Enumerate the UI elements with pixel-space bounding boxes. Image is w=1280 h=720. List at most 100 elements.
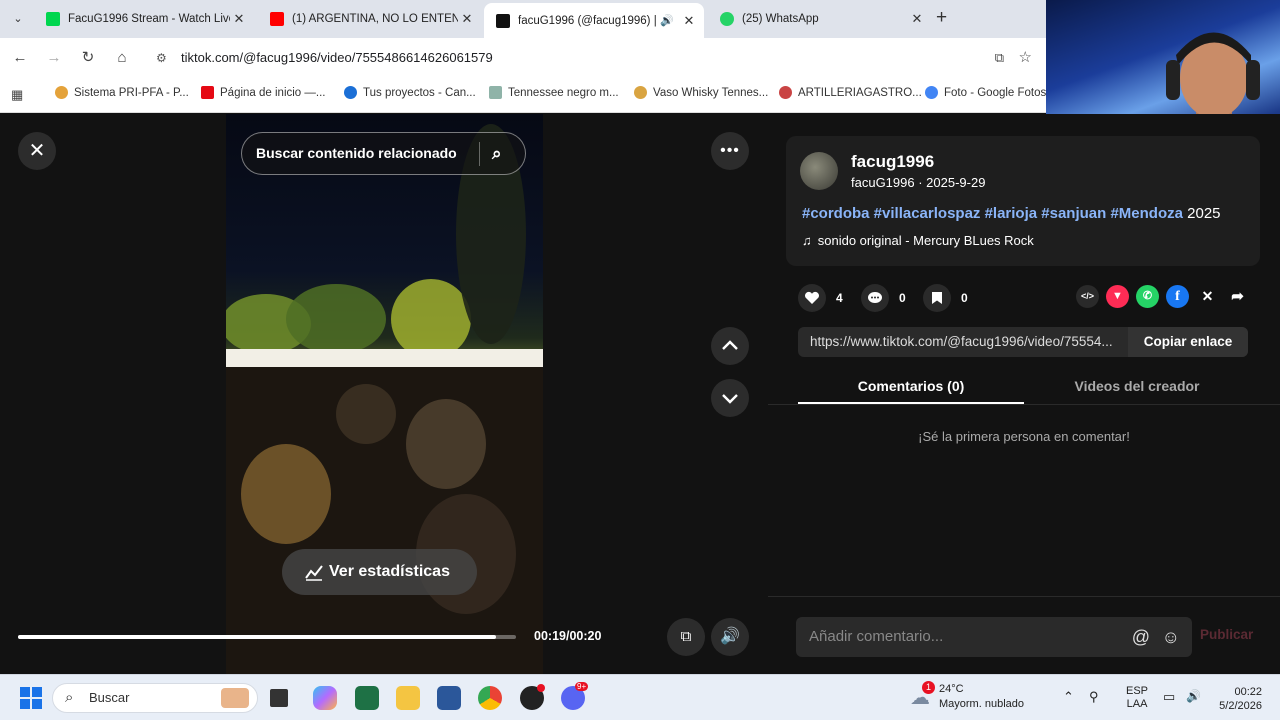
next-video-button[interactable] (711, 379, 749, 417)
speaker-icon[interactable]: 🔊 (658, 14, 676, 27)
browser-tab-bar: ⌄ FacuG1996 Stream - Watch Live ✕ (1) AR… (0, 0, 1046, 38)
view-stats-label: Ver estadísticas (329, 563, 450, 580)
clock-time: 00:22 (1234, 686, 1262, 698)
tabs-divider (768, 404, 1280, 405)
publish-button[interactable]: Publicar (1200, 627, 1253, 642)
related-search-box[interactable]: Buscar contenido relacionado ⌕ (241, 132, 526, 175)
bookmark-item[interactable]: Sistema PRI-PFA - P... (55, 86, 189, 99)
sound-info[interactable]: ♫ sonido original - Mercury BLues Rock (802, 233, 1034, 248)
mention-icon[interactable]: @ (1132, 617, 1150, 657)
tab-stream[interactable]: FacuG1996 Stream - Watch Live ✕ (34, 4, 252, 34)
task-view-icon[interactable] (270, 689, 288, 707)
tab-tiktok[interactable]: facuG1996 (@facug1996) | TikTok 🔊 ✕ (484, 3, 704, 38)
back-icon[interactable]: ← (10, 48, 30, 68)
kick-icon (46, 12, 60, 26)
language-code: ESP (1126, 685, 1149, 697)
excel-icon[interactable] (355, 686, 379, 710)
volume-icon[interactable]: 🔊 (1186, 689, 1201, 703)
chrome-icon[interactable] (478, 686, 502, 710)
clock[interactable]: 00:22 5/2/2026 (1216, 685, 1262, 713)
video-timecode: 00:19/00:20 (534, 629, 602, 643)
new-tab-button[interactable]: + (936, 7, 947, 29)
file-explorer-icon[interactable] (396, 686, 420, 710)
language-indicator[interactable]: ESP LAA (1126, 685, 1148, 711)
previous-video-button[interactable] (711, 327, 749, 365)
bookmark-item[interactable]: Tus proyectos - Can... (344, 86, 476, 99)
video-progress-bar[interactable] (18, 635, 516, 639)
comment-action[interactable]: 0 (861, 284, 906, 312)
install-app-icon[interactable]: ⧉ (995, 43, 1004, 73)
volume-button[interactable]: 🔊 (711, 618, 749, 656)
avatar[interactable] (800, 152, 838, 190)
forward-icon[interactable]: → (44, 48, 64, 68)
floating-player-button[interactable]: ⧉ (667, 618, 705, 656)
bookmark-item[interactable]: ARTILLERIAGASTRO... (779, 86, 922, 99)
video-details-panel: facug1996 facuG1996 · 2025-9-29 #cordoba… (768, 114, 1280, 674)
taskbar-search[interactable]: ⌕ Buscar (52, 683, 258, 713)
repost-icon[interactable]: ▼ (1106, 285, 1129, 308)
tab-title: (25) WhatsApp (742, 13, 819, 25)
whatsapp-share-icon[interactable]: ✆ (1136, 285, 1159, 308)
weather-badge: 1 (922, 681, 935, 694)
author-display-name[interactable]: facug1996 (851, 152, 934, 172)
active-tab-indicator (798, 402, 1024, 404)
x-share-icon[interactable]: ✕ (1196, 285, 1219, 308)
bookmark-favicon-icon (634, 86, 647, 99)
bookmark-favicon-icon (779, 86, 792, 99)
reload-icon[interactable]: ↻ (78, 48, 98, 68)
bookmark-star-icon[interactable]: ☆ (1019, 43, 1032, 73)
bookmark-item[interactable]: Foto - Google Fotos (925, 86, 1046, 99)
video-progress-fill (18, 635, 497, 639)
comment-input[interactable]: Añadir comentario... @ ☺ (796, 617, 1192, 657)
url-field[interactable]: ⚙ tiktok.com/@facug1996/video/7555486614… (148, 43, 1040, 73)
tab-comments[interactable]: Comentarios (0) (798, 378, 1024, 394)
facebook-share-icon[interactable]: f (1166, 285, 1189, 308)
copy-link-button[interactable]: Copiar enlace (1128, 327, 1248, 357)
hashtags[interactable]: #cordoba #villacarlospaz #larioja #sanju… (802, 205, 1183, 222)
close-video-button[interactable]: ✕ (18, 132, 56, 170)
close-tab-icon[interactable]: ✕ (680, 13, 698, 29)
close-tab-icon[interactable]: ✕ (908, 11, 926, 27)
tab-whatsapp[interactable]: (25) WhatsApp ✕ (708, 4, 930, 34)
bookmark-item[interactable]: Página de inicio —... (201, 86, 325, 99)
display-icon[interactable]: ▭ (1163, 689, 1175, 705)
share-link-text[interactable]: https://www.tiktok.com/@facug1996/video/… (810, 327, 1128, 357)
like-action[interactable]: 4 (798, 284, 843, 312)
url-text: tiktok.com/@facug1996/video/755548661462… (181, 50, 493, 65)
apps-grid-icon[interactable]: ▦ (11, 87, 23, 103)
view-stats-button[interactable]: Ver estadísticas (282, 549, 477, 595)
share-link-box: https://www.tiktok.com/@facug1996/video/… (798, 327, 1248, 357)
search-icon[interactable]: ⌕ (492, 133, 502, 174)
share-arrow-icon[interactable]: ➦ (1226, 285, 1249, 308)
tab-creator-videos[interactable]: Videos del creador (1024, 378, 1250, 394)
embed-icon[interactable]: </> (1076, 285, 1099, 308)
home-icon[interactable]: ⌂ (112, 48, 132, 68)
post-caption: #cordoba #villacarlospaz #larioja #sanju… (802, 205, 1221, 222)
bookmark-item[interactable]: Tennessee negro m... (489, 86, 619, 99)
comment-count: 0 (899, 291, 906, 305)
copilot-icon[interactable] (313, 686, 337, 710)
windows-taskbar: ⌕ Buscar 9+ ☁ 1 24°C Mayorm. nublado ⌃ ⚲… (0, 674, 1280, 720)
discord-badge: 9+ (575, 682, 589, 691)
tab-search-button[interactable]: ⌄ (8, 9, 28, 29)
search-icon: ⌕ (65, 689, 74, 706)
more-options-button[interactable]: ••• (711, 132, 749, 170)
network-icon[interactable]: ⚲ (1089, 689, 1099, 705)
weather-widget[interactable]: ☁ 1 24°C Mayorm. nublado (910, 681, 1050, 715)
sound-label: sonido original - Mercury BLues Rock (817, 233, 1034, 248)
site-settings-icon[interactable]: ⚙ (156, 43, 167, 73)
youtube-icon (270, 12, 284, 26)
bookmark-favicon-icon (925, 86, 938, 99)
address-toolbar: ← → ↻ ⌂ ⚙ tiktok.com/@facug1996/video/75… (0, 38, 1046, 78)
word-icon[interactable] (437, 686, 461, 710)
save-action[interactable]: 0 (923, 284, 968, 312)
close-tab-icon[interactable]: ✕ (230, 11, 248, 27)
chevron-up-icon[interactable]: ⌃ (1063, 689, 1074, 705)
close-tab-icon[interactable]: ✕ (458, 11, 476, 27)
clock-date: 5/2/2026 (1219, 700, 1262, 712)
windows-start-icon[interactable] (20, 687, 42, 709)
bookmark-item[interactable]: Vaso Whisky Tennes... (634, 86, 768, 99)
emoji-icon[interactable]: ☺ (1162, 617, 1180, 657)
heart-icon (798, 284, 826, 312)
tab-youtube[interactable]: (1) ARGENTINA, NO LO ENTENDERÁS ✕ (258, 4, 480, 34)
